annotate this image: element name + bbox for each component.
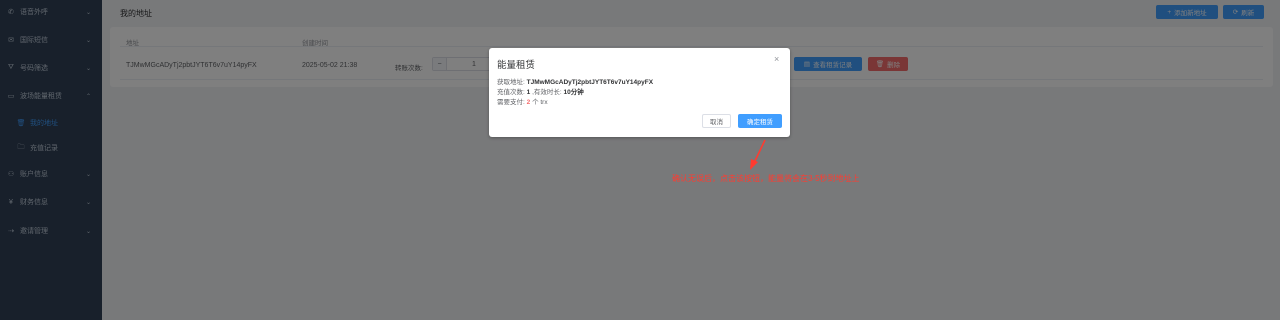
count-value: 1 (526, 89, 531, 96)
pay-amount: 2 (526, 99, 531, 106)
confirm-rental-button[interactable]: 确定租赁 (738, 114, 782, 128)
pay-label: 需要支付: (497, 99, 525, 106)
close-icon[interactable]: × (774, 54, 779, 64)
count-label: 充值次数: (497, 89, 525, 96)
duration-label: ,有效时长: (532, 89, 562, 96)
cancel-button[interactable]: 取消 (702, 114, 731, 128)
address-label: 获取地址: (497, 79, 525, 86)
dialog-count-line: 充值次数: 1 ,有效时长: 10分钟 (497, 86, 584, 96)
dialog-address-line: 获取地址: TJMwMGcADyTj2pbtJYT6T6v7uY14pyFX (497, 76, 653, 86)
address-value: TJMwMGcADyTj2pbtJYT6T6v7uY14pyFX (526, 79, 654, 86)
dialog-title: 能量租赁 (497, 60, 536, 71)
annotation-text: 确认无误后，点击该按钮，能量将会在3-5秒到地址上 (672, 174, 860, 183)
energy-rental-dialog: 能量租赁 × 获取地址: TJMwMGcADyTj2pbtJYT6T6v7uY1… (489, 48, 790, 137)
dialog-pay-line: 需要支付: 2 个 trx (497, 96, 548, 106)
duration-value: 10分钟 (563, 89, 584, 96)
annotation-arrow-icon (750, 139, 766, 170)
pay-unit: 个 trx (532, 99, 548, 106)
